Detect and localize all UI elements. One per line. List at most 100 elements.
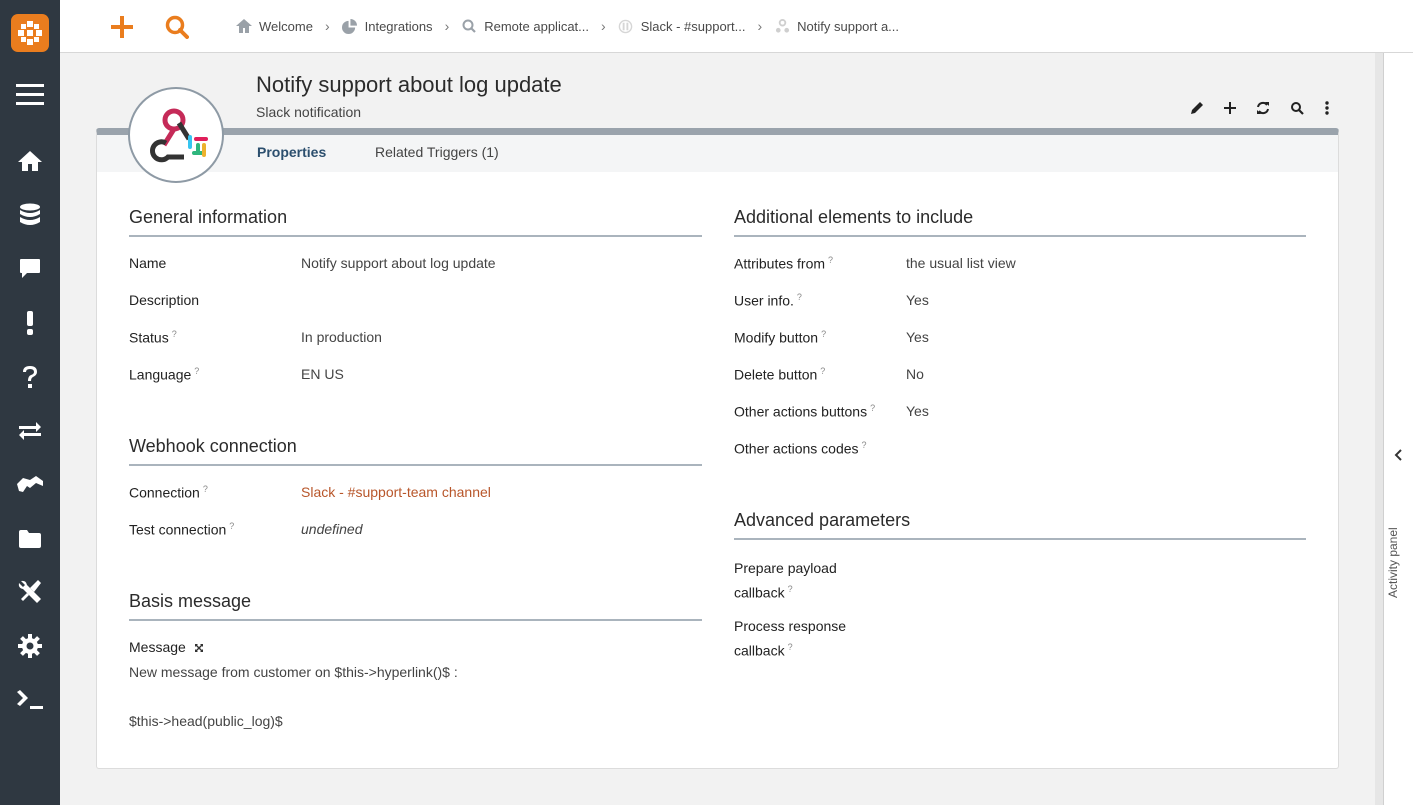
message-line-1: New message from customer on $this->hype…	[129, 664, 458, 680]
help-icon[interactable]: ?	[788, 642, 793, 652]
logo-icon	[18, 21, 42, 45]
section-title-general: General information	[129, 207, 288, 227]
breadcrumb-current[interactable]: Notify support a...	[774, 18, 899, 34]
field-label-language: Language?	[129, 366, 199, 383]
help-icon[interactable]: ?	[788, 584, 793, 594]
help-icon[interactable]: ?	[203, 484, 208, 494]
left-navigation	[0, 0, 60, 805]
help-icon[interactable]: ?	[229, 521, 234, 531]
chevron-right-icon: ›	[601, 18, 606, 34]
help-icon[interactable]: ?	[828, 255, 833, 265]
field-label-attributes-from: Attributes from?	[734, 255, 833, 272]
panel-resizer[interactable]	[1375, 53, 1383, 805]
more-vertical-icon	[1325, 101, 1329, 115]
field-value-modify-button: Yes	[906, 329, 929, 345]
nav-settings[interactable]	[0, 626, 60, 666]
section-divider	[129, 235, 702, 237]
folder-icon	[19, 530, 41, 548]
nav-folder[interactable]	[0, 519, 60, 559]
field-value-other-actions-buttons: Yes	[906, 403, 929, 419]
chevron-left-icon[interactable]	[1394, 449, 1403, 461]
nav-chat[interactable]	[0, 249, 60, 289]
new-object-button[interactable]	[105, 10, 139, 44]
connection-link[interactable]: Slack - #support-team channel	[301, 484, 491, 500]
chevron-right-icon: ›	[444, 18, 450, 34]
chat-icon	[20, 259, 40, 278]
help-icon[interactable]: ?	[870, 403, 875, 413]
slack-icon	[618, 18, 634, 34]
breadcrumb-integrations[interactable]: Integrations	[342, 18, 433, 34]
help-icon[interactable]: ?	[821, 329, 826, 339]
field-label-other-actions-buttons: Other actions buttons?	[734, 403, 875, 420]
field-value-status: In production	[301, 329, 382, 345]
breadcrumb-remote-applications[interactable]: Remote applicat...	[461, 18, 589, 34]
global-search-button[interactable]	[160, 10, 194, 44]
breadcrumb-label: Slack - #support...	[640, 18, 746, 34]
top-bar: Welcome › Integrations › Remote applicat…	[60, 0, 1413, 53]
help-icon[interactable]: ?	[820, 366, 825, 376]
plus-icon	[111, 16, 133, 38]
field-label-text: Other actions buttons	[734, 403, 868, 420]
field-value-delete-button: No	[906, 366, 924, 382]
pie-chart-icon	[342, 18, 358, 34]
field-label-connection: Connection?	[129, 484, 208, 501]
webhook-slack-logo-icon	[150, 108, 208, 163]
field-label-text: Other actions codes	[734, 440, 859, 457]
field-label-description: Description	[129, 292, 200, 308]
field-label-text: Test connection	[129, 521, 227, 538]
help-icon[interactable]: ?	[797, 292, 802, 302]
chevron-right-icon: ›	[324, 18, 330, 34]
field-label-text: Delete button	[734, 366, 818, 383]
expand-icon[interactable]	[194, 643, 204, 653]
refresh-icon	[1257, 101, 1269, 115]
field-value-user-info: Yes	[906, 292, 929, 308]
object-avatar	[128, 87, 224, 183]
field-label-text: Status	[129, 329, 169, 346]
home-icon	[236, 18, 252, 34]
add-button[interactable]	[1219, 97, 1241, 119]
pencil-icon	[1191, 102, 1203, 114]
breadcrumb-welcome[interactable]: Welcome	[236, 18, 313, 34]
nav-console[interactable]	[0, 680, 60, 720]
breadcrumb-slack-connection[interactable]: Slack - #support...	[618, 18, 746, 34]
page-title: Notify support about log update	[256, 72, 562, 97]
section-divider	[734, 235, 1306, 237]
field-label-text: callback	[734, 642, 785, 659]
search-icon	[461, 18, 477, 34]
field-label-status: Status?	[129, 329, 177, 346]
help-icon[interactable]: ?	[862, 440, 867, 450]
nav-help[interactable]	[0, 357, 60, 397]
help-icon[interactable]: ?	[172, 329, 177, 339]
tab-properties[interactable]: Properties	[257, 144, 326, 160]
field-value-attributes-from: the usual list view	[906, 255, 1016, 271]
field-label-text: Attributes from	[734, 255, 826, 272]
page-subtitle: Slack notification	[256, 104, 362, 120]
search-icon	[165, 15, 189, 39]
app-logo[interactable]	[11, 14, 49, 52]
tools-icon	[18, 580, 41, 603]
breadcrumb: Welcome › Integrations › Remote applicat…	[236, 0, 899, 52]
activity-panel[interactable]: Activity panel	[1383, 53, 1413, 805]
menu-toggle[interactable]	[0, 74, 60, 114]
exchange-icon	[19, 422, 41, 440]
field-value-language: EN US	[301, 366, 344, 382]
search-icon	[1291, 102, 1304, 115]
section-title-advanced: Advanced parameters	[734, 510, 911, 530]
section-divider	[129, 619, 702, 621]
nav-database[interactable]	[0, 195, 60, 235]
section-divider	[734, 538, 1306, 540]
nav-partners[interactable]	[0, 465, 60, 505]
breadcrumb-label: Integrations	[364, 18, 433, 34]
edit-button[interactable]	[1186, 97, 1208, 119]
nav-tools[interactable]	[0, 572, 60, 612]
nav-exchange[interactable]	[0, 411, 60, 451]
refresh-button[interactable]	[1252, 97, 1274, 119]
nav-home[interactable]	[0, 141, 60, 181]
more-actions-button[interactable]	[1316, 97, 1338, 119]
section-title-webhook: Webhook connection	[129, 436, 297, 456]
breadcrumb-label: Remote applicat...	[484, 18, 590, 34]
tab-related-triggers[interactable]: Related Triggers (1)	[375, 144, 499, 160]
search-button[interactable]	[1286, 97, 1308, 119]
help-icon[interactable]: ?	[194, 366, 199, 376]
nav-alerts[interactable]	[0, 303, 60, 343]
